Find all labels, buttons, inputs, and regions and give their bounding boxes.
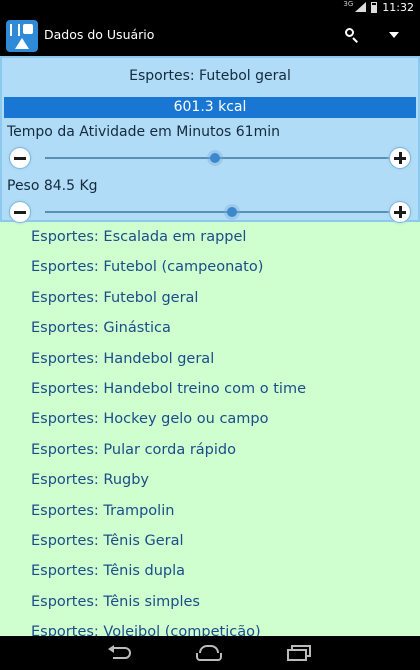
weight-increase-button[interactable] xyxy=(390,202,410,222)
app-title: Dados do Usuário xyxy=(44,27,155,42)
action-bar: Dados do Usuário xyxy=(0,14,420,56)
time-increase-button[interactable] xyxy=(390,148,410,168)
weight-slider-thumb[interactable] xyxy=(223,204,240,220)
time-decrease-button[interactable] xyxy=(10,148,30,168)
activity-panel: Esportes: Futebol geral 601.3 kcal Tempo… xyxy=(0,56,420,222)
minus-icon xyxy=(14,156,26,160)
main-content: Esportes: Futebol geral 601.3 kcal Tempo… xyxy=(0,56,420,636)
list-item[interactable]: Esportes: Pular corda rápido xyxy=(0,435,420,465)
time-slider[interactable] xyxy=(45,148,391,168)
list-item[interactable]: Esportes: Handebol geral xyxy=(0,344,420,374)
list-item[interactable]: Esportes: Futebol (campeonato) xyxy=(0,252,420,282)
list-item[interactable]: Esportes: Voleibol (competição) xyxy=(0,617,420,636)
weight-slider[interactable] xyxy=(45,202,391,222)
navigation-bar xyxy=(0,636,420,670)
recents-icon[interactable] xyxy=(287,645,311,661)
weight-label: Peso 84.5 Kg xyxy=(7,178,98,194)
list-item[interactable]: Esportes: Futebol geral xyxy=(0,283,420,313)
activity-time-label: Tempo da Atividade em Minutos 61min xyxy=(7,124,280,140)
list-item[interactable]: Esportes: Tênis simples xyxy=(0,587,420,617)
back-icon[interactable] xyxy=(108,645,132,661)
list-item[interactable]: Esportes: Tênis dupla xyxy=(0,556,420,586)
status-icons: 3G 11:32 xyxy=(343,0,414,14)
list-item[interactable]: Esportes: Trampolin xyxy=(0,496,420,526)
list-item[interactable]: Esportes: Hockey gelo ou campo xyxy=(0,404,420,434)
list-item[interactable]: Esportes: Escalada em rappel xyxy=(0,222,420,252)
overflow-menu-icon[interactable] xyxy=(389,32,399,38)
minus-icon xyxy=(14,210,26,214)
list-item[interactable]: Esportes: Rugby xyxy=(0,465,420,495)
list-item[interactable]: Esportes: Tênis Geral xyxy=(0,526,420,556)
calories-result: 601.3 kcal xyxy=(4,97,416,118)
app-icon[interactable] xyxy=(6,20,38,52)
weight-decrease-button[interactable] xyxy=(10,202,30,222)
status-bar: 3G 11:32 xyxy=(0,0,420,14)
search-icon[interactable] xyxy=(344,27,360,43)
battery-icon xyxy=(371,1,378,13)
list-item[interactable]: Esportes: Ginástica xyxy=(0,313,420,343)
selected-activity: Esportes: Futebol geral xyxy=(129,68,291,84)
time-slider-thumb[interactable] xyxy=(206,150,223,166)
network-type: 3G xyxy=(343,0,354,8)
clock: 11:32 xyxy=(382,0,414,14)
activity-list[interactable]: Esportes: Escalada em rappel Esportes: Fu… xyxy=(0,222,420,636)
list-item[interactable]: Esportes: Handebol treino com o time xyxy=(0,374,420,404)
home-icon[interactable] xyxy=(196,645,222,661)
signal-icon xyxy=(355,2,367,12)
